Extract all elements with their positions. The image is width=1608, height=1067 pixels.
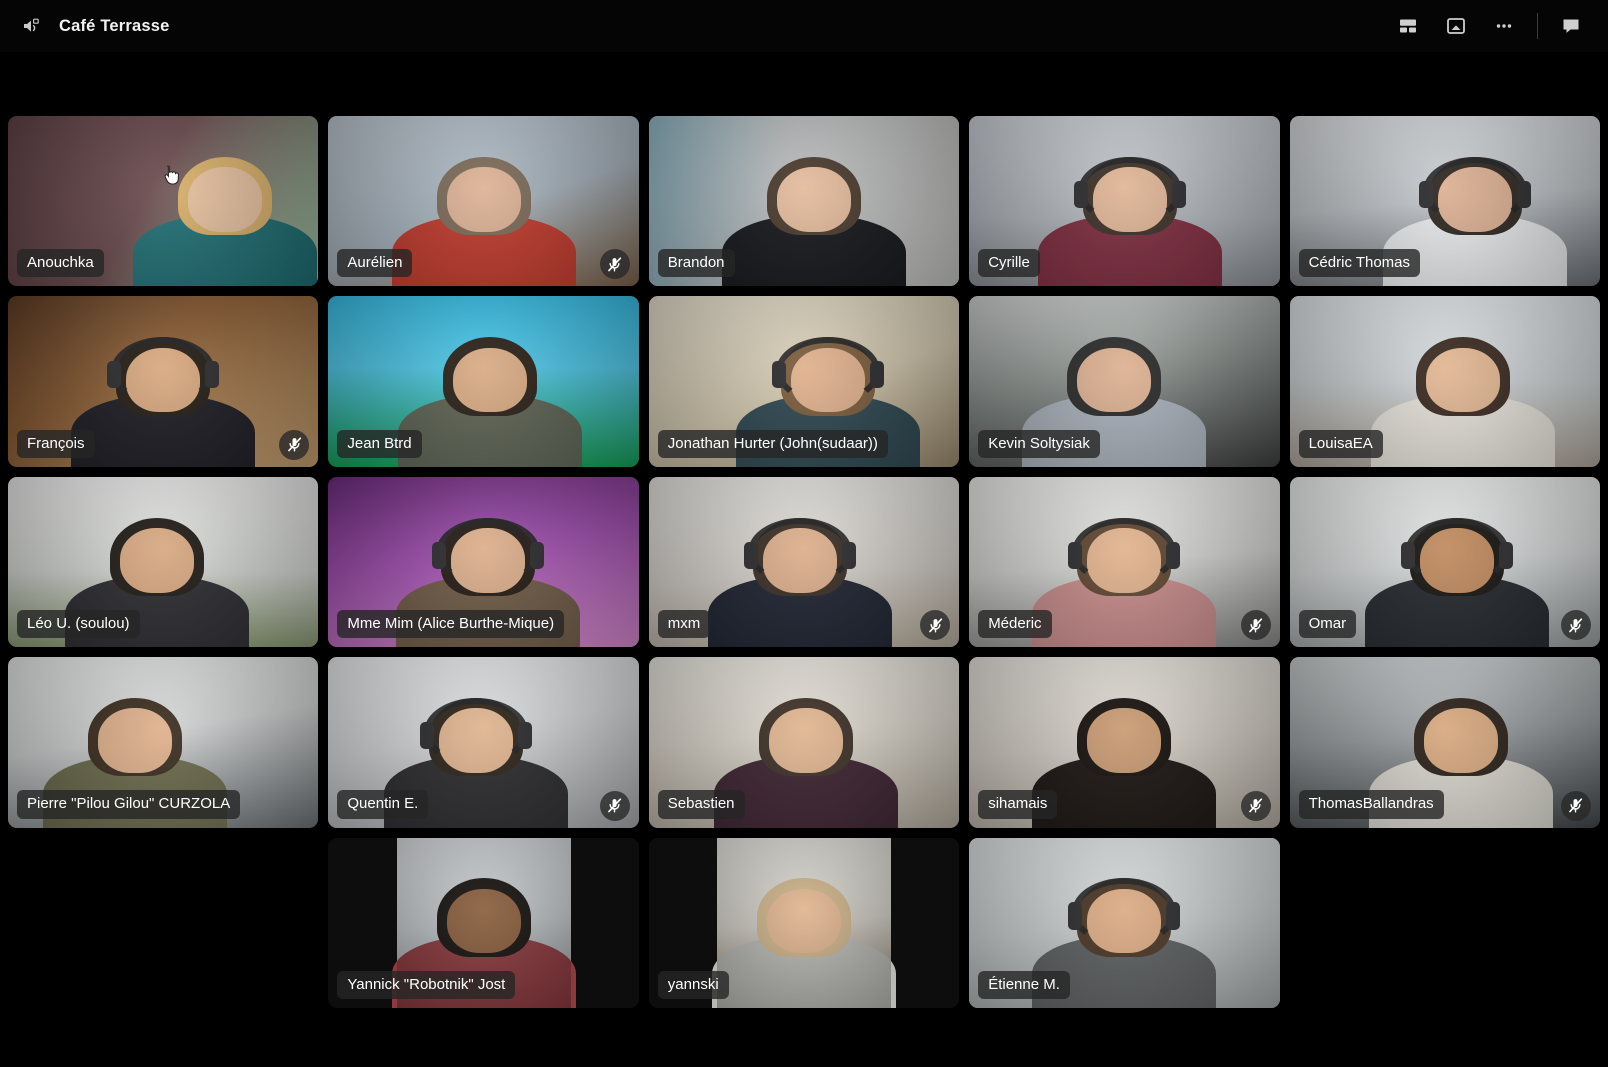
participant-tile[interactable]: Kevin Soltysiak <box>969 296 1280 467</box>
participant-name-label: sihamais <box>978 790 1058 819</box>
participant-tile[interactable]: François <box>8 296 319 467</box>
chat-bubble-icon[interactable] <box>1556 11 1586 41</box>
participant-tile[interactable]: Sebastien <box>648 657 960 828</box>
participant-tile[interactable]: Cyrille <box>969 116 1280 287</box>
mic-muted-icon <box>1240 610 1271 641</box>
participant-tile[interactable]: Étienne M. <box>969 837 1280 1008</box>
participant-name-label: Sebastien <box>657 790 745 819</box>
participant-name-label: Méderic <box>978 609 1052 639</box>
top-bar: Café Terrasse <box>0 0 1608 52</box>
participant-name-label: Cédric Thomas <box>1298 249 1421 278</box>
participant-tile[interactable]: Léo U. (soulou) <box>8 476 319 648</box>
layout-grid-icon[interactable] <box>1393 11 1423 41</box>
participant-tile[interactable]: Pierre "Pilou Gilou" CURZOLA <box>8 657 319 828</box>
participant-tile[interactable]: Mme Mim (Alice Burthe-Mique) <box>328 476 639 648</box>
participant-name-label: François <box>17 429 95 458</box>
participant-name-label: Omar <box>1298 609 1357 639</box>
participant-tile[interactable]: Méderic <box>969 476 1280 648</box>
participant-tile[interactable]: ThomasBallandras <box>1289 657 1600 828</box>
participant-tile[interactable]: Jean Btrd <box>328 296 639 467</box>
participant-name-label: Mme Mim (Alice Burthe-Mique) <box>337 609 565 639</box>
participant-tile[interactable]: Brandon <box>648 116 960 287</box>
participant-tile[interactable]: Anouchka <box>8 116 319 287</box>
participant-name-label: LouisaEA <box>1298 429 1383 458</box>
participant-tile[interactable]: Jonathan Hurter (John(sudaar)) <box>648 296 960 467</box>
participant-name-label: Kevin Soltysiak <box>978 429 1100 458</box>
mic-muted-icon <box>1560 790 1591 821</box>
participant-tile[interactable]: Aurélien <box>328 116 639 287</box>
participant-tile[interactable]: Yannick "Robotnik" Jost <box>328 837 639 1008</box>
participant-tile[interactable]: Quentin E. <box>328 657 639 828</box>
top-bar-left-group: Café Terrasse <box>0 11 170 41</box>
participant-name-label: Cyrille <box>978 249 1040 278</box>
mic-muted-icon <box>599 249 630 280</box>
participant-tile[interactable]: LouisaEA <box>1289 296 1600 467</box>
mic-muted-icon <box>279 429 310 460</box>
participant-name-label: Étienne M. <box>978 970 1070 999</box>
ellipsis-icon[interactable] <box>1489 11 1519 41</box>
video-stream <box>712 837 896 1008</box>
mic-muted-icon <box>1240 790 1271 821</box>
participant-tile[interactable]: yannski <box>648 837 960 1008</box>
participant-name-label: Quentin E. <box>337 790 429 819</box>
participant-tile[interactable]: mxm <box>648 476 960 648</box>
mic-muted-icon <box>599 790 630 821</box>
toolbar-divider <box>1537 13 1538 39</box>
top-bar-right-group <box>1393 11 1608 41</box>
participant-name-label: Léo U. (soulou) <box>17 609 140 639</box>
participant-tile[interactable]: sihamais <box>969 657 1280 828</box>
participant-name-label: Aurélien <box>337 249 413 278</box>
participant-name-label: Jean Btrd <box>337 429 422 458</box>
participant-tile[interactable]: Cédric Thomas <box>1289 116 1600 287</box>
participant-name-label: Anouchka <box>17 249 104 278</box>
participant-name-label: Yannick "Robotnik" Jost <box>337 970 516 999</box>
participant-grid: Anouchka Aurélien Brandon Cyrille Cédric Tho… <box>8 116 1600 1008</box>
speaker-lock-icon <box>17 11 47 41</box>
screen-share-icon[interactable] <box>1441 11 1471 41</box>
participant-name-label: mxm <box>657 609 711 639</box>
room-title: Café Terrasse <box>59 16 170 35</box>
participant-name-label: ThomasBallandras <box>1298 790 1444 819</box>
participant-name-label: Jonathan Hurter (John(sudaar)) <box>657 429 888 458</box>
participant-name-label: Brandon <box>657 249 735 278</box>
participant-name-label: Pierre "Pilou Gilou" CURZOLA <box>17 790 241 819</box>
mic-muted-icon <box>1560 610 1591 641</box>
participant-name-label: yannski <box>657 970 729 999</box>
participant-tile[interactable]: Omar <box>1289 476 1600 648</box>
